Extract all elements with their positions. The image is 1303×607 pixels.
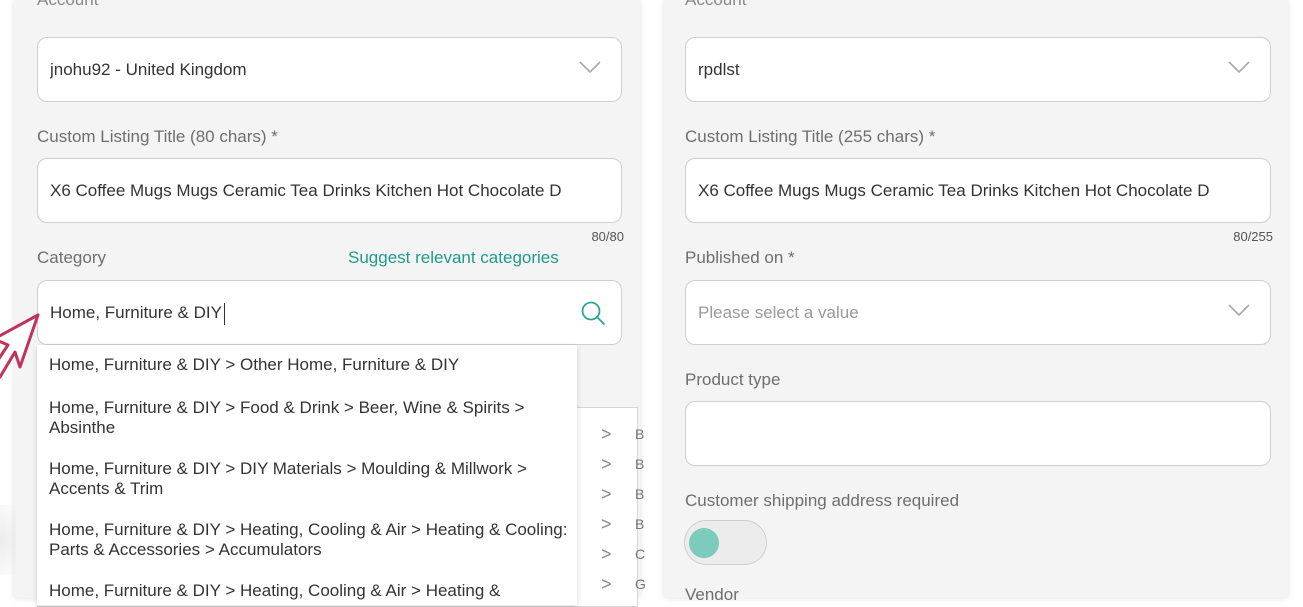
tree-expand-chevron[interactable]: > <box>601 514 612 535</box>
right-listing-panel: Account rpdlst Custom Listing Title (255… <box>664 0 1288 604</box>
shipping-required-toggle[interactable] <box>684 520 767 565</box>
tree-item-label: G <box>635 576 646 592</box>
custom-title-input[interactable]: X6 Coffee Mugs Mugs Ceramic Tea Drinks K… <box>37 158 622 223</box>
category-search-input[interactable]: Home, Furniture & DIY <box>37 280 622 345</box>
custom-title-label: Custom Listing Title (80 chars) * <box>37 127 278 146</box>
pointer-arrow-icon <box>0 313 40 379</box>
category-suggestions-dropdown: Home, Furniture & DIY > Other Home, Furn… <box>37 345 577 605</box>
published-on-label: Published on * <box>685 248 795 267</box>
tree-item-label: C <box>635 546 646 562</box>
category-suggestion-item[interactable]: Home, Furniture & DIY > Other Home, Furn… <box>49 355 569 375</box>
category-input-content: Home, Furniture & DIY <box>50 281 609 344</box>
chevron-down-icon <box>1228 61 1250 74</box>
tree-expand-chevron[interactable]: > <box>601 424 612 445</box>
category-suggestion-item[interactable]: Home, Furniture & DIY > DIY Materials > … <box>49 459 569 499</box>
category-suggestion-item[interactable]: Home, Furniture & DIY > Heating, Cooling… <box>49 520 569 560</box>
account-label: Account <box>37 0 98 10</box>
edge-shadow <box>0 505 16 575</box>
vendor-label: Vendor <box>685 585 739 604</box>
account-select[interactable]: rpdlst <box>685 37 1271 102</box>
category-suggestion-item[interactable]: Home, Furniture & DIY > Heating, Cooling… <box>49 581 569 601</box>
tree-item-label: B <box>635 516 645 532</box>
published-on-select[interactable]: Please select a value <box>685 280 1271 345</box>
custom-title-input[interactable]: X6 Coffee Mugs Mugs Ceramic Tea Drinks K… <box>685 158 1271 223</box>
category-suggestion-item[interactable]: Home, Furniture & DIY > Food & Drink > B… <box>49 398 569 438</box>
text-caret <box>223 302 225 325</box>
search-icon[interactable] <box>579 299 607 327</box>
tree-expand-chevron[interactable]: > <box>601 574 612 595</box>
category-label: Category <box>37 248 106 267</box>
title-char-counter: 80/255 <box>1233 229 1273 244</box>
left-listing-panel: Account jnohu92 - United Kingdom Custom … <box>14 0 646 607</box>
category-input-value: Home, Furniture & DIY <box>50 303 222 322</box>
tree-expand-chevron[interactable]: > <box>601 484 612 505</box>
tree-expand-chevron[interactable]: > <box>601 544 612 565</box>
tree-item-label: B <box>635 486 645 502</box>
title-char-counter: 80/80 <box>591 229 624 244</box>
tree-item-label: B <box>635 456 645 472</box>
custom-title-value: X6 Coffee Mugs Mugs Ceramic Tea Drinks K… <box>698 181 1210 200</box>
product-type-label: Product type <box>685 370 781 389</box>
tree-expand-chevron[interactable]: > <box>601 454 612 475</box>
shipping-required-label: Customer shipping address required <box>685 491 960 510</box>
account-select[interactable]: jnohu92 - United Kingdom <box>37 37 622 102</box>
account-label: Account <box>685 0 746 10</box>
product-type-input[interactable] <box>685 401 1271 466</box>
account-select-value: rpdlst <box>698 60 740 79</box>
chevron-down-icon <box>1228 304 1250 317</box>
custom-title-label: Custom Listing Title (255 chars) * <box>685 127 936 146</box>
custom-title-value: X6 Coffee Mugs Mugs Ceramic Tea Drinks K… <box>50 181 562 200</box>
toggle-knob <box>689 528 719 558</box>
account-select-value: jnohu92 - United Kingdom <box>50 60 247 79</box>
published-on-placeholder: Please select a value <box>698 303 859 322</box>
tree-item-label: B <box>635 426 645 442</box>
suggest-categories-link[interactable]: Suggest relevant categories <box>348 248 559 268</box>
chevron-down-icon <box>579 61 601 74</box>
